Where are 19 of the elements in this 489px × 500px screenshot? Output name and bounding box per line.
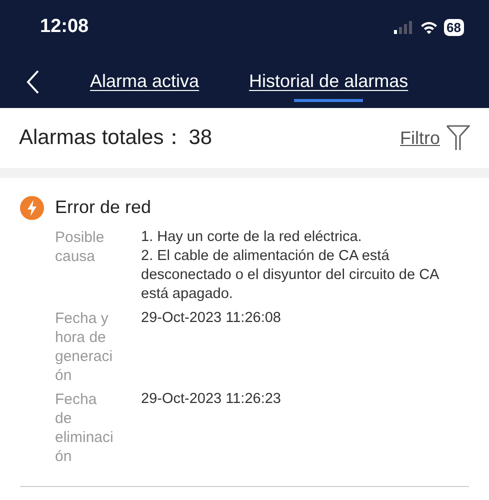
field-value: 1. Hay un corte de la red eléctrica. 2. El cable de alimentación de CA está desconectado o el disyuntor del circuito de CA está apagado. [141, 228, 440, 304]
alarm-title: Error de red [55, 196, 152, 219]
tab[interactable]: Historial de alarmas [249, 55, 408, 108]
tab[interactable]: Alarma activa [90, 55, 200, 108]
battery-level: 68 [444, 19, 464, 36]
total-alarms-label: Alarmas totales： [19, 125, 185, 152]
field-value: 29-Oct-2023 11:26:23 [141, 390, 282, 409]
clock-time: 12:08 [40, 15, 89, 40]
lightning-icon [20, 196, 44, 220]
back-icon[interactable] [26, 68, 40, 94]
filter-link[interactable]: Filtro [400, 124, 440, 152]
field-label: Fecha y hora de generación [55, 309, 114, 385]
wifi-icon [420, 21, 438, 34]
field-value: 29-Oct-2023 11:26:08 [141, 309, 282, 328]
total-alarms-count: 38 [188, 125, 212, 152]
signal-icon [394, 21, 414, 34]
field-label: Posible causa [55, 228, 106, 267]
field-label: Fecha de eliminación [55, 390, 114, 466]
filter-icon[interactable] [446, 125, 470, 151]
